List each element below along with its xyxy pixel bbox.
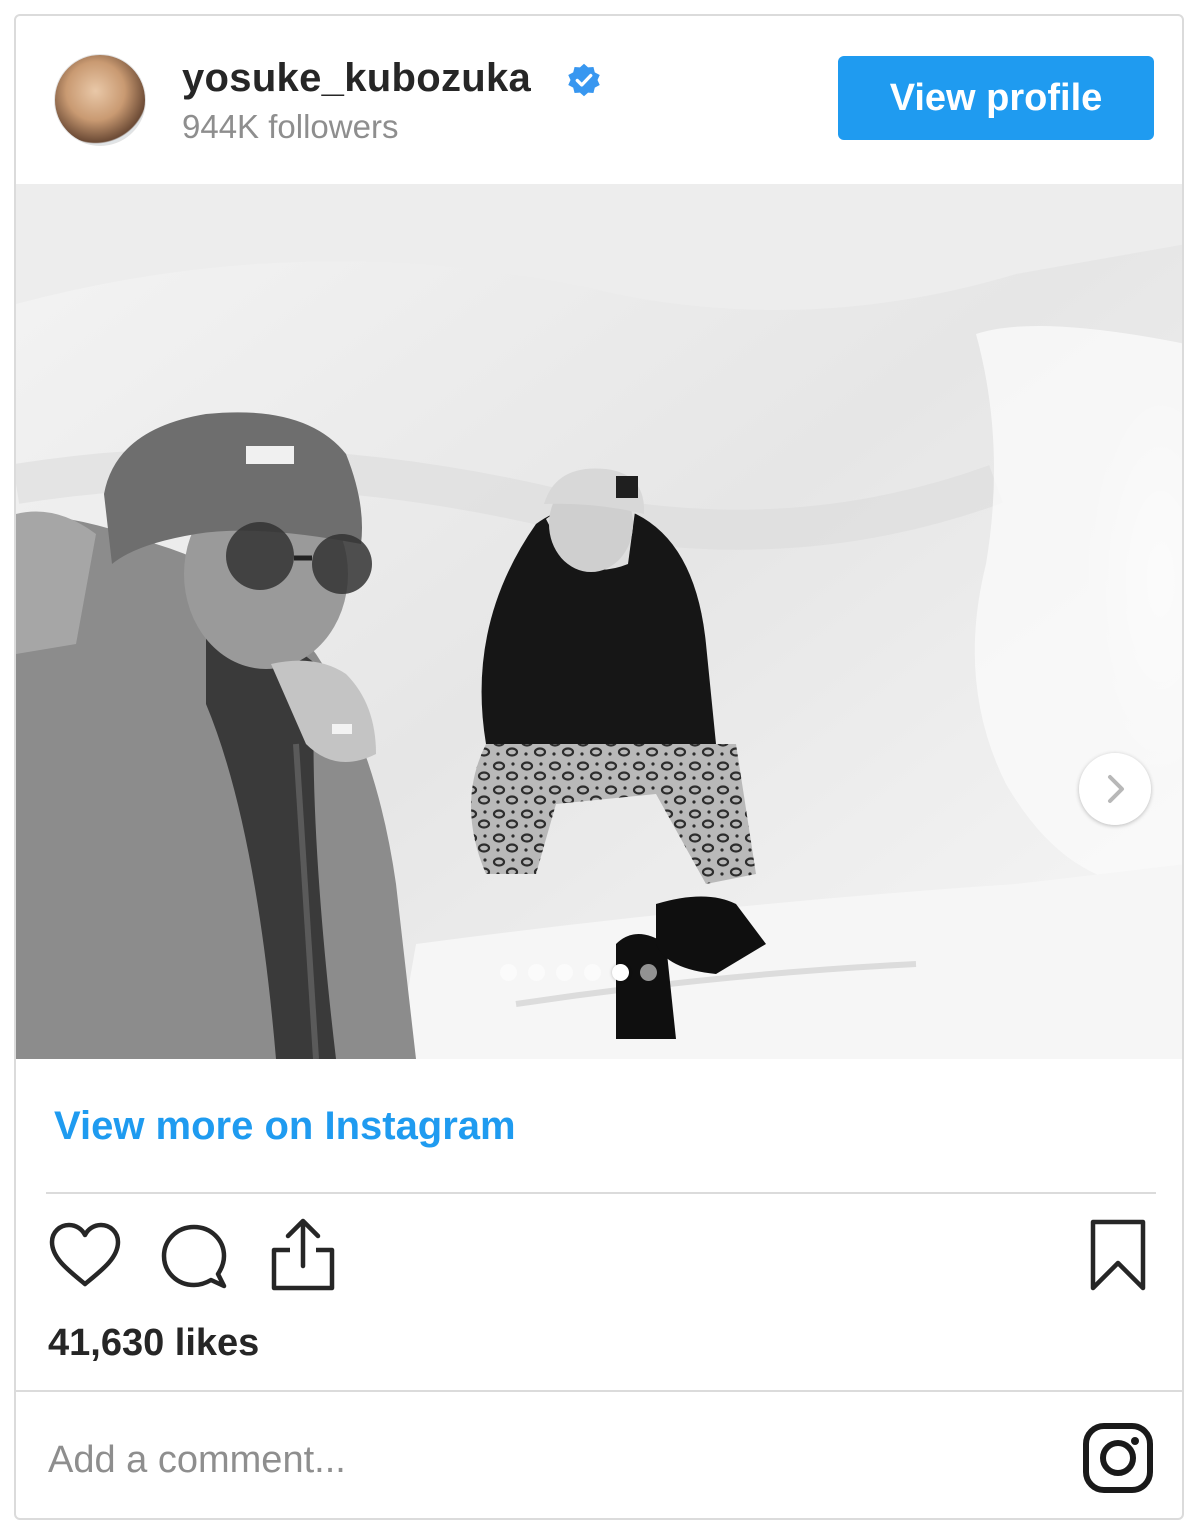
username[interactable]: yosuke_kubozuka	[182, 56, 531, 101]
comment-icon[interactable]	[158, 1222, 230, 1294]
carousel-dot	[500, 964, 517, 981]
photo-illustration	[16, 184, 1182, 1059]
post-photo[interactable]	[16, 184, 1182, 1059]
heart-icon[interactable]	[48, 1222, 122, 1290]
carousel-dot	[584, 964, 601, 981]
carousel-dot	[528, 964, 545, 981]
divider	[16, 1390, 1182, 1392]
share-icon[interactable]	[268, 1216, 338, 1294]
view-profile-button[interactable]: View profile	[838, 56, 1154, 140]
view-more-link[interactable]: View more on Instagram	[54, 1104, 516, 1149]
follower-count: 944K followers	[182, 108, 399, 145]
carousel-indicator	[500, 964, 657, 984]
instagram-embed-card: yosuke_kubozuka 944K followers View prof…	[14, 14, 1184, 1520]
next-photo-button[interactable]	[1079, 753, 1151, 825]
like-count[interactable]: 41,630 likes	[48, 1322, 259, 1365]
divider	[46, 1192, 1156, 1194]
post-header: yosuke_kubozuka 944K followers View prof…	[16, 16, 1182, 184]
comment-input[interactable]	[48, 1432, 948, 1488]
carousel-dot	[640, 964, 657, 981]
carousel-dot-active	[612, 964, 629, 981]
carousel-dot	[556, 964, 573, 981]
chevron-right-icon	[1108, 775, 1124, 803]
verified-badge-icon	[568, 63, 600, 97]
avatar[interactable]	[54, 54, 146, 146]
bookmark-icon[interactable]	[1088, 1218, 1148, 1294]
instagram-icon[interactable]	[1082, 1422, 1154, 1494]
